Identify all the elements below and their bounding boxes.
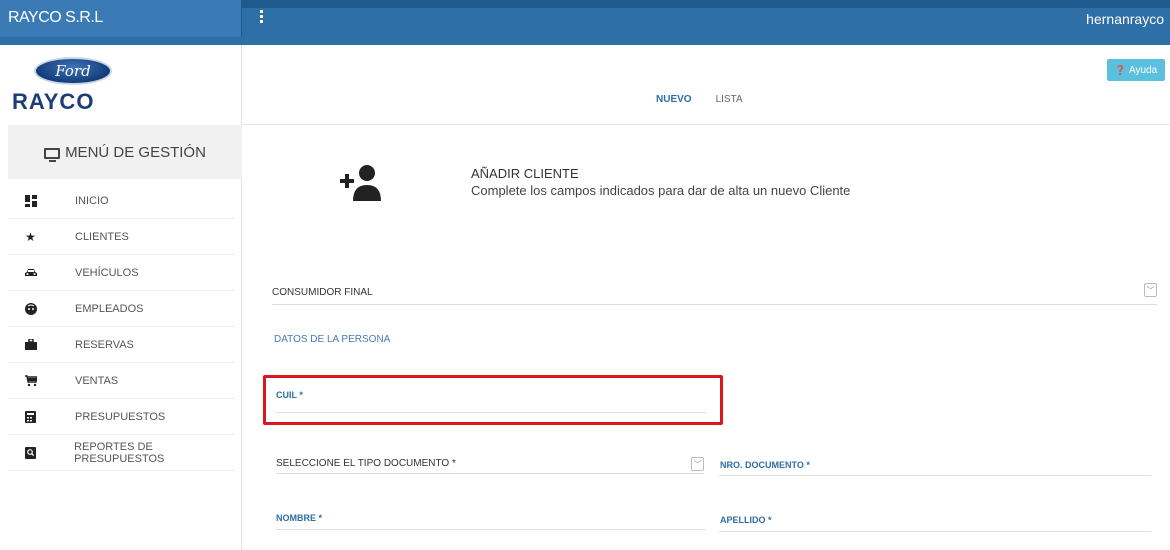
calculator-icon: [24, 410, 37, 423]
apellido-label: APELLIDO *: [720, 515, 772, 525]
sidebar-item-label: VENTAS: [75, 374, 119, 387]
sidebar-item-presupuestos[interactable]: PRESUPUESTOS: [8, 399, 234, 435]
cuil-highlight-box: [263, 375, 723, 425]
sidebar-item-empleados[interactable]: EMPLEADOS: [8, 291, 234, 327]
tab-lista[interactable]: LISTA: [716, 94, 743, 105]
menu-header: MENÚ DE GESTIÓN: [8, 125, 242, 179]
star-icon: ★: [25, 229, 36, 244]
sidebar-item-ventas[interactable]: VENTAS: [8, 363, 234, 399]
report-search-icon: [24, 446, 36, 459]
menu-header-label: MENÚ DE GESTIÓN: [65, 143, 206, 161]
dashboard-icon: [24, 194, 37, 207]
tab-nuevo[interactable]: NUEVO: [656, 94, 692, 105]
rayco-logo-text: RAYCO: [12, 89, 95, 114]
form-subtitle: Complete los campos indicados para dar d…: [471, 183, 851, 198]
help-button-label: Ayuda: [1129, 64, 1158, 76]
face-icon: [24, 302, 37, 315]
sidebar: Ford RAYCO MENÚ DE GESTIÓN INICIO ★ CLIE…: [0, 45, 242, 550]
sidebar-nav: INICIO ★ CLIENTES VEHÍCULOS EMPLEADOS RE…: [8, 183, 234, 471]
cart-icon: [24, 374, 37, 387]
chevron-down-icon[interactable]: ﹀: [1144, 283, 1157, 297]
sidebar-item-label: PRESUPUESTOS: [75, 410, 166, 423]
tipo-documento-select[interactable]: SELECCIONE EL TIPO DOCUMENTO * ﹀: [276, 454, 704, 474]
cuil-label: CUIL *: [276, 390, 303, 400]
section-datos-persona: DATOS DE LA PERSONA: [274, 334, 391, 345]
sidebar-item-reportes-presupuestos[interactable]: REPORTES DE PRESUPUESTOS: [8, 435, 234, 471]
sidebar-item-vehiculos[interactable]: VEHÍCULOS: [8, 255, 234, 291]
tab-bar: NUEVO LISTA: [656, 94, 743, 105]
monitor-icon: [44, 147, 61, 162]
nro-documento-input[interactable]: [719, 475, 1151, 476]
header-divider: [243, 124, 1170, 125]
help-icon: ❓: [1114, 64, 1127, 75]
ford-oval-logo: Ford: [34, 57, 112, 85]
tipo-cliente-select[interactable]: CONSUMIDOR FINAL ﹀: [272, 280, 1157, 305]
briefcase-icon: [24, 338, 37, 351]
sidebar-item-inicio[interactable]: INICIO: [8, 183, 234, 219]
sidebar-item-label: INICIO: [75, 194, 109, 207]
apellido-input[interactable]: [719, 531, 1151, 532]
help-button[interactable]: ❓ Ayuda: [1107, 59, 1165, 81]
sidebar-item-reservas[interactable]: RESERVAS: [8, 327, 234, 363]
username[interactable]: hernanrayco: [1086, 0, 1164, 38]
sidebar-item-label: REPORTES DE PRESUPUESTOS: [74, 440, 165, 465]
nombre-input[interactable]: [276, 529, 706, 530]
chevron-down-icon[interactable]: ﹀: [691, 457, 704, 471]
menu-toggle-icon[interactable]: [258, 8, 268, 28]
sidebar-item-label: VEHÍCULOS: [75, 266, 139, 279]
add-user-icon: [338, 163, 382, 201]
car-icon: [24, 266, 37, 279]
tipo-documento-value: SELECCIONE EL TIPO DOCUMENTO *: [276, 458, 456, 469]
sidebar-item-label: RESERVAS: [75, 338, 134, 351]
nombre-label: NOMBRE *: [276, 513, 323, 523]
form-title: AÑADIR CLIENTE: [471, 166, 579, 181]
sidebar-item-label: CLIENTES: [75, 230, 129, 243]
cuil-input[interactable]: [276, 412, 706, 413]
sidebar-item-label: EMPLEADOS: [75, 302, 144, 315]
brand-title[interactable]: RAYCO S.R.L: [0, 0, 242, 37]
nro-documento-label: NRO. DOCUMENTO *: [720, 460, 810, 470]
tipo-cliente-value: CONSUMIDOR FINAL: [272, 286, 373, 298]
rayco-ford-logo: Ford RAYCO: [12, 57, 132, 117]
sidebar-item-clientes[interactable]: ★ CLIENTES: [8, 219, 234, 255]
